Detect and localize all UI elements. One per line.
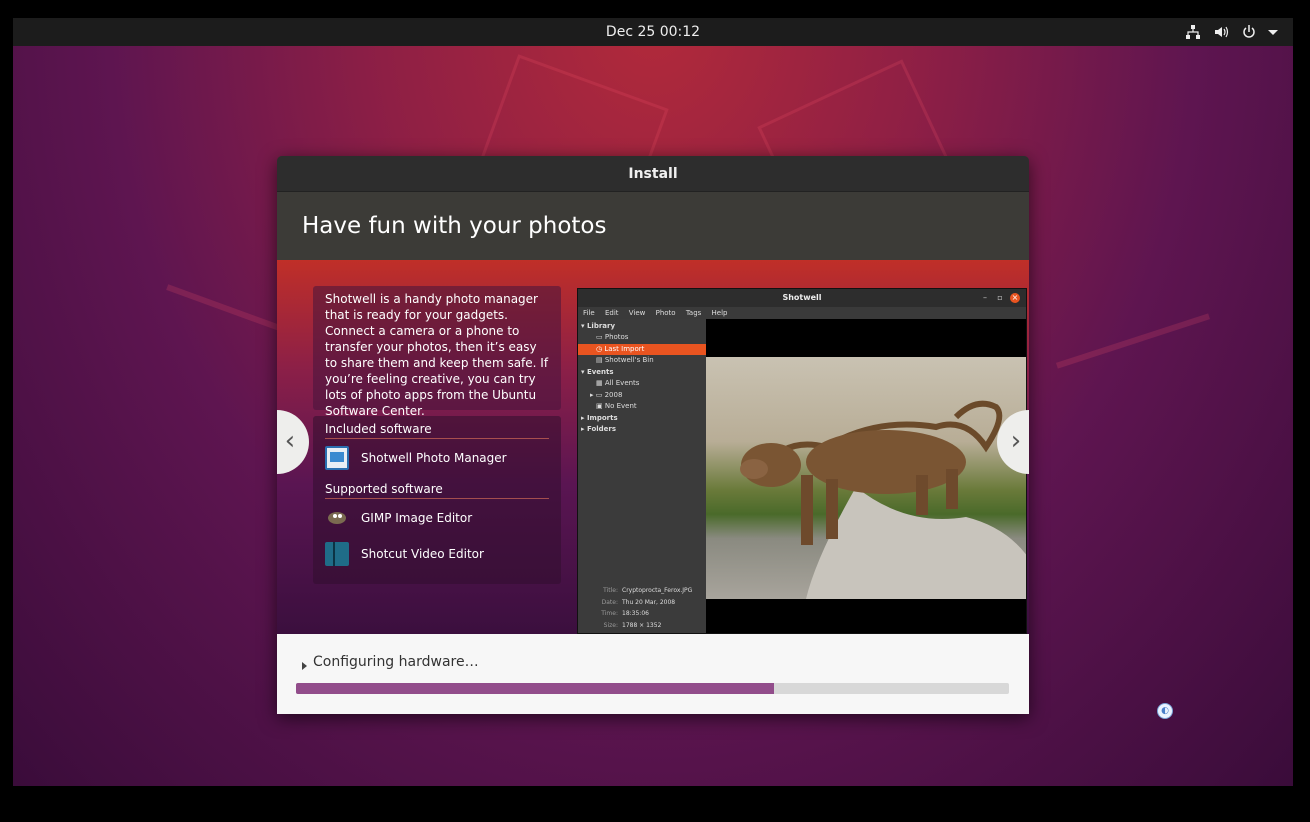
tree-item: ▸ Imports bbox=[581, 414, 618, 422]
meta-value: 18:35:06 bbox=[622, 610, 649, 617]
meta-label: Time: bbox=[601, 610, 618, 617]
menu-item: Help bbox=[711, 309, 728, 317]
menu-item: Tags bbox=[685, 309, 702, 317]
app-name: Shotwell Photo Manager bbox=[361, 451, 507, 465]
shotwell-screenshot: Shotwell – ▫ × File Edit View Photo Tags… bbox=[577, 288, 1027, 634]
top-bar: Dec 25 00:12 bbox=[13, 18, 1293, 46]
menu-item: Edit bbox=[604, 309, 619, 317]
tree-item: ▾ Events bbox=[581, 368, 614, 376]
minimize-icon: – bbox=[983, 293, 987, 302]
maximize-icon: ▫ bbox=[997, 293, 1003, 302]
shotwell-icon bbox=[325, 446, 349, 470]
slideshow: Shotwell is a handy photo manager that i… bbox=[277, 260, 1029, 634]
screenshot-menubar: File Edit View Photo Tags Help bbox=[578, 307, 1026, 319]
description-box: Shotwell is a handy photo manager that i… bbox=[313, 286, 561, 418]
tree-item: ▭ Photos bbox=[596, 333, 629, 341]
meta-label: Title: bbox=[603, 587, 618, 594]
window-title: Install bbox=[277, 156, 1029, 192]
software-box: Included software Shotwell Photo Manager… bbox=[313, 416, 561, 584]
tree-item: ▸ ▭ 2008 bbox=[590, 391, 623, 399]
accessibility-icon[interactable]: ◐ bbox=[1157, 703, 1173, 719]
tree-item-selected: ◷ Last Import bbox=[578, 344, 706, 355]
expander-arrow-icon[interactable] bbox=[302, 662, 307, 670]
included-software-title: Included software bbox=[325, 422, 549, 439]
supported-software-title: Supported software bbox=[325, 482, 549, 499]
desktop: Dec 25 00:12 Install Have fun with your … bbox=[13, 18, 1293, 786]
description-text: Shotwell is a handy photo manager that i… bbox=[325, 292, 549, 418]
gimp-icon bbox=[325, 506, 349, 530]
progress-fill bbox=[296, 683, 774, 694]
app-name: GIMP Image Editor bbox=[361, 511, 473, 525]
meta-value: Cryptoprocta_Ferox.JPG bbox=[622, 587, 693, 594]
close-icon: × bbox=[1010, 293, 1020, 303]
app-name: Shotcut Video Editor bbox=[361, 547, 484, 561]
menu-arrow-icon[interactable] bbox=[1265, 24, 1281, 40]
tree-item: ▸ Folders bbox=[581, 425, 617, 433]
photo-viewer bbox=[706, 319, 1026, 633]
previous-slide-button[interactable]: ‹ bbox=[277, 410, 309, 474]
progress-bar bbox=[296, 683, 1009, 694]
clock[interactable]: Dec 25 00:12 bbox=[13, 24, 1293, 40]
menu-item: File bbox=[583, 309, 595, 317]
installer-window: Install Have fun with your photos Shotwe… bbox=[277, 156, 1029, 714]
fossa-photo bbox=[706, 357, 1026, 599]
meta-value: 1788 × 1352 bbox=[622, 622, 662, 629]
meta-value: Thu 20 Mar, 2008 bbox=[622, 599, 676, 606]
menu-item: View bbox=[628, 309, 646, 317]
volume-icon[interactable] bbox=[1213, 24, 1229, 40]
screenshot-title: Shotwell bbox=[578, 289, 1026, 307]
tree-item: ▣ No Event bbox=[596, 402, 637, 410]
meta-label: Date: bbox=[601, 599, 618, 606]
screenshot-sidebar: ▾ Library ▭ Photos ◷ Last Import ▤ Shotw… bbox=[578, 319, 706, 633]
tree-item: ▦ All Events bbox=[596, 379, 640, 387]
power-icon[interactable] bbox=[1241, 24, 1257, 40]
menu-item: Photo bbox=[655, 309, 676, 317]
meta-label: Size: bbox=[603, 622, 618, 629]
tree-item: ▾ Library bbox=[581, 322, 616, 330]
tree-item: ▤ Shotwell's Bin bbox=[596, 356, 654, 364]
wallpaper-shape bbox=[1055, 313, 1211, 369]
shotcut-icon bbox=[325, 542, 349, 566]
network-icon[interactable] bbox=[1185, 24, 1201, 40]
status-text[interactable]: Configuring hardware… bbox=[313, 654, 479, 670]
status-area: Configuring hardware… bbox=[277, 634, 1029, 714]
slide-header: Have fun with your photos bbox=[277, 192, 1029, 260]
